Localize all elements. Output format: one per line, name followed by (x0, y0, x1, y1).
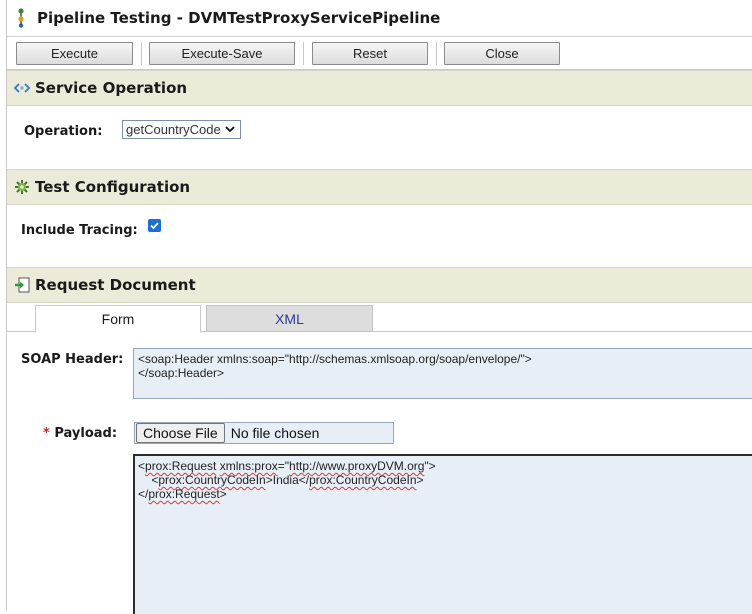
toolbar: Execute Execute-Save Reset Close (7, 37, 752, 70)
soap-header-textarea[interactable]: <soap:Header xmlns:soap="http://schemas.… (133, 348, 752, 399)
request-document-header: Request Document (7, 267, 752, 303)
test-configuration-header: Test Configuration (7, 169, 752, 205)
operation-label: Operation: (24, 124, 103, 139)
required-marker: * (43, 426, 50, 441)
soap-header-line: <soap:Header xmlns:soap="http://schemas.… (138, 352, 532, 366)
toolbar-divider (141, 42, 142, 65)
choose-file-button[interactable]: Choose File (136, 423, 225, 443)
gear-icon (13, 178, 31, 196)
title-bar: Pipeline Testing - DVMTestProxyServicePi… (7, 0, 752, 37)
include-tracing-label: Include Tracing: (21, 223, 138, 238)
execute-save-button[interactable]: Execute-Save (149, 42, 295, 65)
request-document-title: Request Document (35, 276, 196, 294)
import-document-icon (13, 276, 31, 294)
service-operation-header: Service Operation (7, 70, 752, 106)
toolbar-divider (303, 42, 304, 65)
payload-line: <prox:CountryCodeIn>India</prox:CountryC… (138, 473, 424, 487)
checkmark-icon (150, 222, 159, 230)
payload-line: <prox:Request xmlns:prox="http://www.pro… (138, 459, 436, 473)
execute-button[interactable]: Execute (16, 42, 133, 65)
file-status-text: No file chosen (230, 425, 320, 441)
payload-line: </prox:Request> (138, 487, 227, 501)
close-button[interactable]: Close (444, 42, 560, 65)
tab-form[interactable]: Form (35, 305, 201, 333)
include-tracing-checkbox[interactable] (148, 219, 161, 232)
payload-label-group: * Payload: (43, 426, 117, 441)
service-operation-title: Service Operation (35, 79, 188, 97)
chevron-down-icon (224, 122, 236, 139)
test-configuration-title: Test Configuration (35, 178, 191, 196)
toolbar-divider (436, 42, 437, 65)
soap-header-line: </soap:Header> (138, 366, 225, 380)
pipeline-icon (13, 7, 29, 29)
payload-file-input[interactable]: Choose File No file chosen (134, 422, 394, 444)
payload-label: Payload: (54, 426, 118, 441)
operation-select[interactable]: getCountryCode (122, 120, 241, 139)
payload-textarea[interactable]: <prox:Request xmlns:prox="http://www.pro… (133, 454, 752, 614)
pipeline-testing-window: Pipeline Testing - DVMTestProxyServicePi… (6, 0, 752, 614)
tab-xml[interactable]: XML (206, 305, 373, 332)
reset-button[interactable]: Reset (312, 42, 428, 65)
service-operation-icon (13, 79, 31, 97)
operation-selected-value: getCountryCode (126, 122, 221, 137)
page-title: Pipeline Testing - DVMTestProxyServicePi… (37, 9, 441, 27)
soap-header-label: SOAP Header: (21, 352, 124, 367)
